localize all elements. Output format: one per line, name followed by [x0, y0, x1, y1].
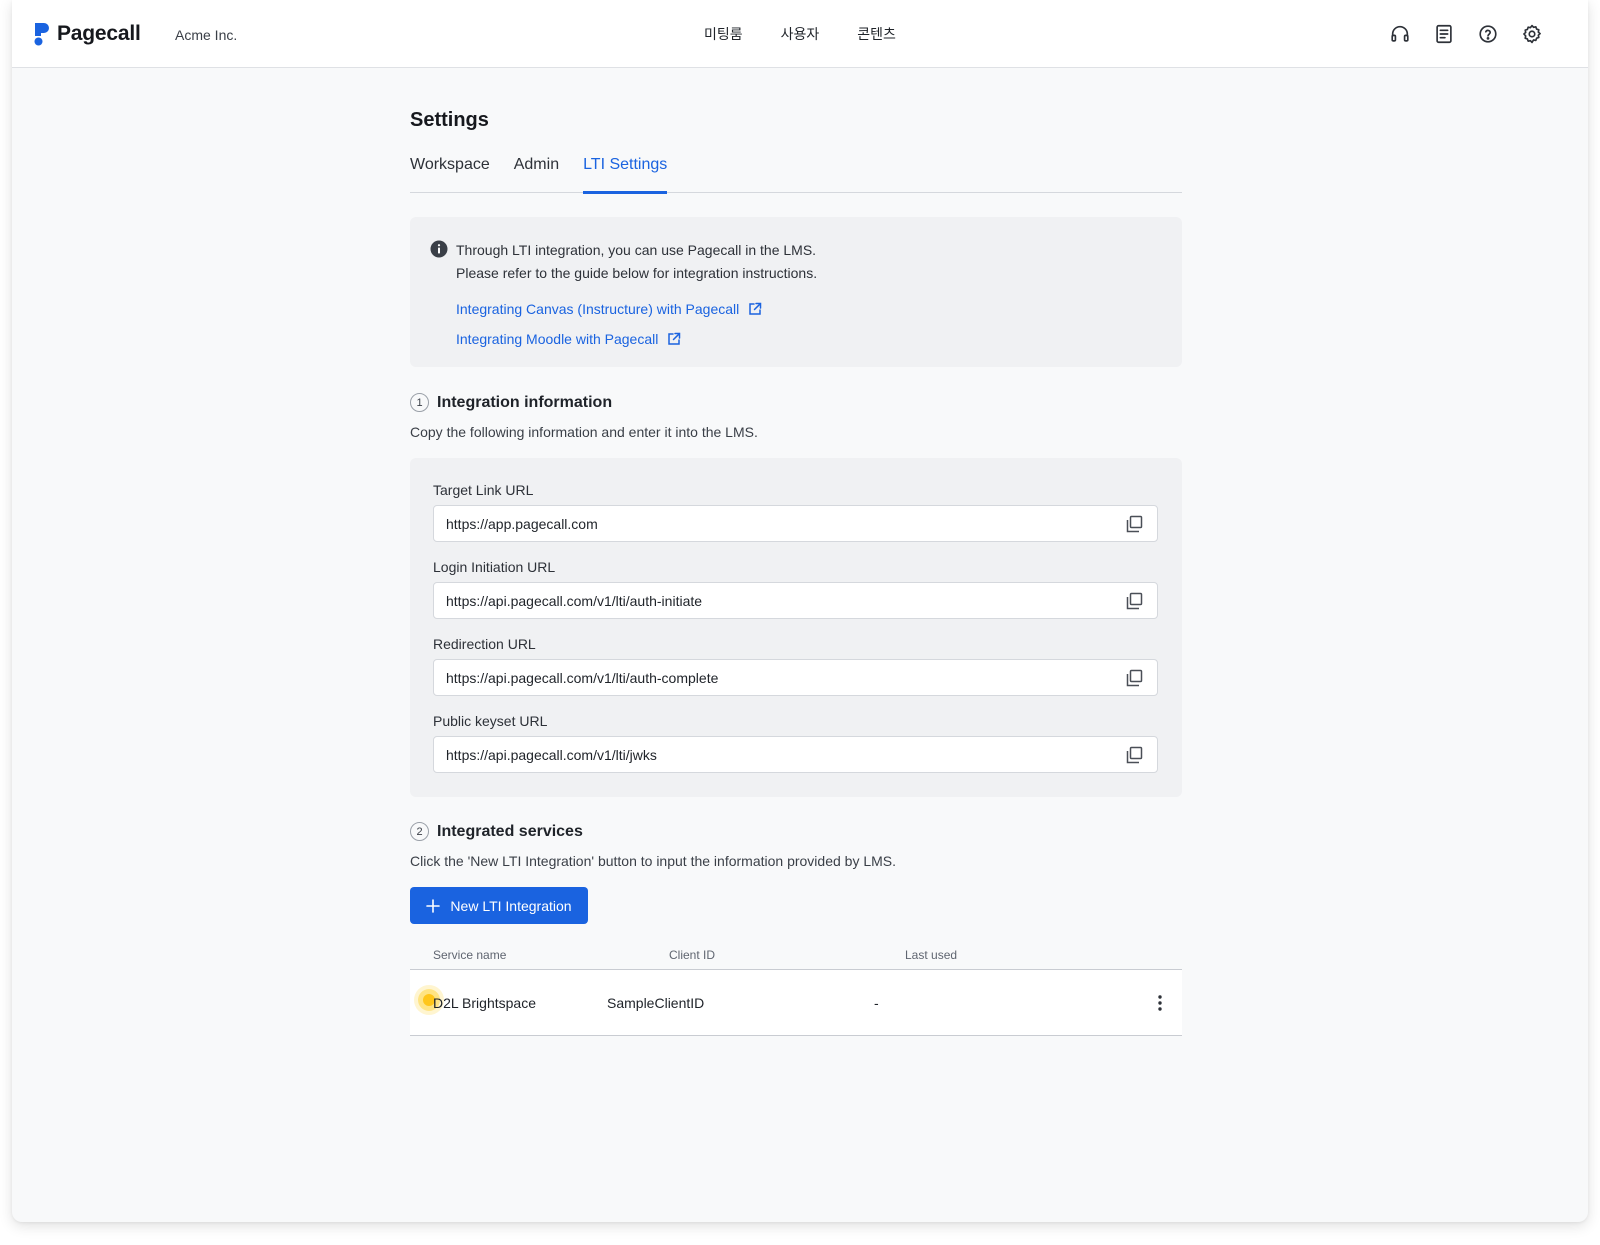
new-lti-integration-label: New LTI Integration — [450, 897, 572, 914]
page-title: Settings — [410, 109, 489, 131]
field-label: Public keyset URL — [433, 713, 548, 729]
headset-icon[interactable] — [1388, 22, 1412, 46]
section-title: Integrated services — [437, 822, 583, 840]
redirection-url-field-group: Redirection URL https://api.pagecall.com… — [433, 636, 1158, 696]
public-keyset-url-input[interactable]: https://api.pagecall.com/v1/lti/jwks — [433, 736, 1158, 773]
app-window: Pagecall Acme Inc. 미팅룸 사용자 콘텐츠 Settings … — [12, 0, 1588, 1222]
login-initiation-url-field-group: Login Initiation URL https://api.pagecal… — [433, 559, 1158, 619]
copy-icon[interactable] — [1124, 591, 1144, 611]
external-link-icon — [748, 302, 762, 316]
copy-icon[interactable] — [1124, 514, 1144, 534]
field-value: https://app.pagecall.com — [446, 515, 598, 532]
plus-icon — [426, 898, 441, 913]
guide-links: Integrating Canvas (Instructure) with Pa… — [456, 301, 1162, 347]
top-bar: Pagecall Acme Inc. 미팅룸 사용자 콘텐츠 — [12, 0, 1588, 68]
nav-item-users[interactable]: 사용자 — [781, 24, 820, 44]
settings-tabs: Workspace Admin LTI Settings — [410, 156, 1182, 194]
moodle-guide-link[interactable]: Integrating Moodle with Pagecall — [456, 331, 1162, 347]
nav-item-meeting-rooms[interactable]: 미팅룸 — [704, 24, 743, 44]
integration-info-heading: 1 Integration information — [410, 393, 1182, 412]
column-header-last-used: Last used — [905, 948, 958, 962]
integrated-services-heading: 2 Integrated services — [410, 822, 1182, 841]
field-value: https://api.pagecall.com/v1/lti/auth-ini… — [446, 592, 703, 609]
organization-name: Acme Inc. — [175, 27, 238, 43]
gear-icon[interactable] — [1520, 22, 1544, 46]
target-link-url-input[interactable]: https://app.pagecall.com — [433, 505, 1158, 542]
public-keyset-url-field-group: Public keyset URL https://api.pagecall.c… — [433, 713, 1158, 773]
step-number-badge: 2 — [410, 822, 429, 841]
field-value: https://api.pagecall.com/v1/lti/jwks — [446, 746, 657, 763]
settings-main: Settings Workspace Admin LTI Settings Th… — [410, 100, 1182, 1036]
copy-icon[interactable] — [1124, 668, 1144, 688]
redirection-url-input[interactable]: https://api.pagecall.com/v1/lti/auth-com… — [433, 659, 1158, 696]
table-header: Service name Client ID Last used — [410, 944, 1182, 970]
tab-admin[interactable]: Admin — [514, 156, 559, 193]
target-link-url-field-group: Target Link URL https://app.pagecall.com — [433, 482, 1158, 542]
new-lti-integration-button[interactable]: New LTI Integration — [410, 887, 588, 924]
field-label: Target Link URL — [433, 482, 534, 498]
table-row[interactable]: D2L Brightspace SampleClientID - — [410, 970, 1182, 1036]
info-text: Through LTI integration, you can use Pag… — [456, 239, 817, 285]
info-line-1: Through LTI integration, you can use Pag… — [456, 242, 817, 258]
column-header-client-id: Client ID — [669, 948, 716, 962]
client-id-cell: SampleClientID — [607, 995, 705, 1011]
document-icon[interactable] — [1432, 22, 1456, 46]
brand-logo[interactable]: Pagecall — [34, 22, 141, 46]
integration-fields: Target Link URL https://app.pagecall.com… — [410, 458, 1182, 797]
login-initiation-url-input[interactable]: https://api.pagecall.com/v1/lti/auth-ini… — [433, 582, 1158, 619]
section-description: Click the 'New LTI Integration' button t… — [410, 853, 897, 869]
section-description: Copy the following information and enter… — [410, 424, 758, 440]
canvas-guide-link[interactable]: Integrating Canvas (Instructure) with Pa… — [456, 301, 1162, 317]
main-nav: 미팅룸 사용자 콘텐츠 — [704, 24, 896, 44]
service-name-cell: D2L Brightspace — [433, 995, 536, 1011]
field-label: Login Initiation URL — [433, 559, 556, 575]
pagecall-logo-icon — [34, 22, 50, 46]
tab-lti-settings[interactable]: LTI Settings — [583, 156, 668, 194]
column-header-service-name: Service name — [433, 948, 507, 962]
field-label: Redirection URL — [433, 636, 536, 652]
help-icon[interactable] — [1476, 22, 1500, 46]
canvas-guide-link-label: Integrating Canvas (Instructure) with Pa… — [456, 301, 740, 317]
services-table: Service name Client ID Last used D2L Bri… — [410, 944, 1182, 1036]
last-used-cell: - — [874, 995, 879, 1011]
step-number-badge: 1 — [410, 393, 429, 412]
brand-name: Pagecall — [57, 22, 141, 45]
external-link-icon — [667, 332, 681, 346]
info-line-2: Please refer to the guide below for inte… — [456, 265, 818, 281]
copy-icon[interactable] — [1124, 745, 1144, 765]
header-tools — [1388, 22, 1544, 46]
nav-item-contents[interactable]: 콘텐츠 — [857, 24, 896, 44]
more-options-icon[interactable] — [1156, 992, 1164, 1014]
field-value: https://api.pagecall.com/v1/lti/auth-com… — [446, 669, 719, 686]
lti-info-box: Through LTI integration, you can use Pag… — [410, 217, 1182, 367]
info-icon — [430, 240, 448, 258]
tab-workspace[interactable]: Workspace — [410, 156, 490, 193]
moodle-guide-link-label: Integrating Moodle with Pagecall — [456, 331, 659, 347]
section-title: Integration information — [437, 393, 613, 411]
